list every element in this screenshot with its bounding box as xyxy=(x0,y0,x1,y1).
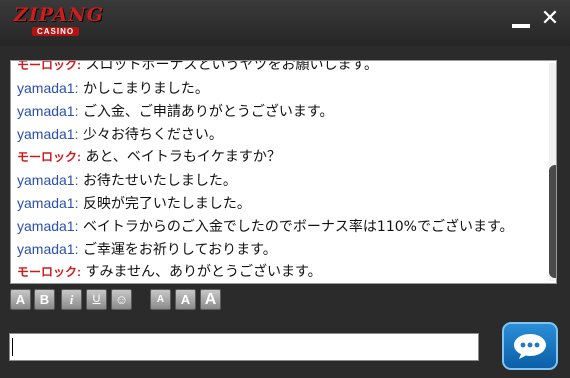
message-input[interactable] xyxy=(9,333,479,361)
close-button[interactable]: ✕ xyxy=(539,8,561,30)
emoji-button[interactable]: ☺ xyxy=(111,289,132,310)
text-caret xyxy=(12,338,13,356)
chat-message: yamada1: ご入金、ご申請ありがとうございます。 xyxy=(17,100,537,123)
message-sender: yamada1: xyxy=(17,103,79,119)
logo-subtext: CASINO xyxy=(32,27,80,36)
close-icon: ✕ xyxy=(540,6,560,31)
chat-message: モーロック: スロットボーナスというヤツをお願いします。 xyxy=(17,60,537,77)
chat-log: モーロック: スロットボーナスというヤツをお願いします。 yamada1: かしこ… xyxy=(10,60,557,284)
message-sender: モーロック: xyxy=(17,265,81,279)
message-text: あと、ベイトラもイケますか？ xyxy=(85,149,281,165)
chat-message: モーロック: あと、ベイトラもイケますか？ xyxy=(17,146,537,169)
font-size-medium-button[interactable]: A xyxy=(175,289,196,310)
message-text: 少々お待ちください。 xyxy=(82,127,223,143)
underline-button[interactable]: U xyxy=(86,289,107,310)
logo-text: ZIPANG xyxy=(14,4,104,26)
message-sender: モーロック: xyxy=(17,60,81,72)
message-text: ご幸運をお祈りしております。 xyxy=(82,242,277,258)
chat-message: yamada1: ベイトラからのご入金でしたのでボーナス率は110%でございます… xyxy=(17,215,537,238)
chat-message: yamada1: 反映が完了いたしました。 xyxy=(17,192,537,215)
chat-message: yamada1: かしこまりました。 xyxy=(17,77,537,100)
message-sender: yamada1: xyxy=(17,126,79,142)
chat-message: yamada1: 少々お待ちください。 xyxy=(17,123,537,146)
message-sender: yamada1: xyxy=(17,80,79,96)
font-color-button[interactable]: A xyxy=(10,289,31,310)
message-text: お待たせいたしました。 xyxy=(82,173,237,189)
chat-scrollbar[interactable] xyxy=(549,63,556,281)
message-text: ご入金、ご申請ありがとうございます。 xyxy=(82,104,334,120)
message-sender: モーロック: xyxy=(17,150,81,164)
minimize-button[interactable] xyxy=(510,8,532,30)
message-text: かしこまりました。 xyxy=(82,81,209,97)
message-text: 反映が完了いたしました。 xyxy=(82,196,251,212)
message-text: ベイトラからのご入金でしたのでボーナス率は110%でございます。 xyxy=(82,219,514,235)
send-button[interactable] xyxy=(502,322,558,370)
message-sender: yamada1: xyxy=(17,218,79,234)
message-text: すみません、ありがとうございます。 xyxy=(85,264,322,280)
message-list: モーロック: スロットボーナスというヤツをお願いします。 yamada1: かしこ… xyxy=(17,60,537,283)
italic-button[interactable]: i xyxy=(61,289,82,310)
message-sender: yamada1: xyxy=(17,172,79,188)
minimize-icon xyxy=(512,24,530,28)
message-sender: yamada1: xyxy=(17,241,79,257)
font-size-small-button[interactable]: A xyxy=(150,289,171,310)
smiley-icon: ☺ xyxy=(114,292,129,307)
scrollbar-thumb[interactable] xyxy=(549,165,556,278)
font-size-large-button[interactable]: A xyxy=(200,289,221,310)
message-sender: yamada1: xyxy=(17,195,79,211)
zipang-casino-logo: ZIPANG CASINO xyxy=(6,4,103,40)
message-text: スロットボーナスというヤツをお願いします。 xyxy=(85,60,379,73)
chat-bubble-icon xyxy=(514,334,546,359)
bold-button[interactable]: B xyxy=(34,289,55,310)
chat-message: yamada1: お待たせいたしました。 xyxy=(17,169,537,192)
title-bar: ZIPANG CASINO ✕ xyxy=(0,0,570,46)
chat-message: モーロック: すみません、ありがとうございます。 xyxy=(17,261,537,283)
chat-message: yamada1: ご幸運をお祈りしております。 xyxy=(17,238,537,261)
